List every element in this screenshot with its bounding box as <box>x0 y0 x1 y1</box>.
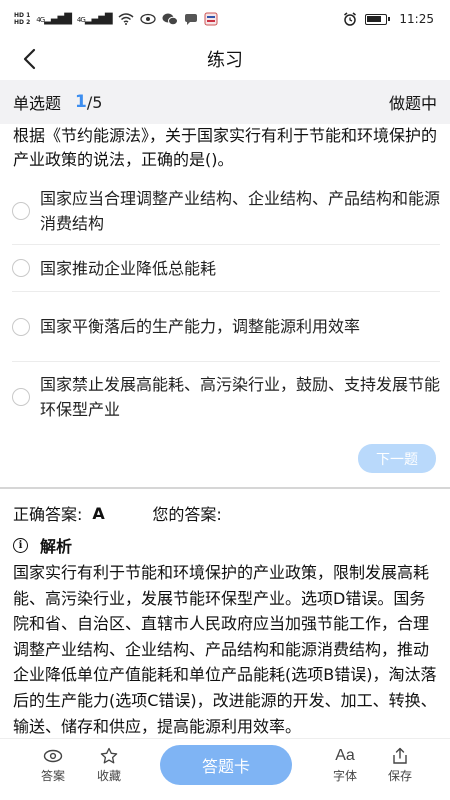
question-type: 单选题 <box>13 94 62 113</box>
your-answer-label: 您的答案: <box>152 505 222 524</box>
app-notification-icon <box>204 12 218 26</box>
font-icon: Aa <box>335 747 355 764</box>
radio-option-b[interactable] <box>12 259 30 277</box>
save-label: 保存 <box>387 769 412 783</box>
analysis-text: 国家实行有利于节能和环境保护的产业政策，限制发展高耗能、高污染行业，发展节能环保… <box>13 563 437 736</box>
font-size-button[interactable]: Aa 字体 <box>320 747 370 784</box>
answer-card-button[interactable]: 答题卡 <box>160 745 292 785</box>
sim-indicator: HD 1 HD 2 <box>14 12 30 26</box>
correct-answer-label: 正确答案: <box>13 505 83 524</box>
signal1-label: 4G <box>36 15 45 24</box>
option-b[interactable]: 国家推动企业降低总能耗 <box>12 245 440 292</box>
signal2-icon: 4G▂▄▆█ <box>76 13 113 25</box>
question-total: /5 <box>86 92 103 112</box>
sim2-label: HD 2 <box>14 19 31 26</box>
answer-tool-button[interactable]: 答案 <box>28 747 78 784</box>
nav-bar: 练习 <box>0 38 450 80</box>
answer-tool-label: 答案 <box>40 769 65 783</box>
status-bar: HD 1 HD 2 4G▂▄▆█ 4G▂▄▆█ 11:25 <box>0 0 450 38</box>
answer-row: 正确答案: A 您的答案: <box>13 500 438 526</box>
eye-icon <box>43 749 63 763</box>
info-icon: i <box>13 537 28 553</box>
analysis-header: i 解析 <box>13 533 72 557</box>
bottom-toolbar: 答案 收藏 答题卡 Aa 字体 保存 <box>0 738 450 800</box>
wechat-icon <box>162 13 178 25</box>
options-list: 国家应当合理调整产业结构、企业结构、产品结构和能源消费结构 国家推动企业降低总能… <box>12 178 440 432</box>
correct-answer-value: A <box>92 503 105 523</box>
question-status: 做题中 <box>388 94 437 113</box>
share-icon <box>393 747 407 764</box>
status-time: 11:25 <box>399 12 434 26</box>
favorite-button[interactable]: 收藏 <box>84 747 134 784</box>
alarm-icon <box>344 12 357 26</box>
chevron-left-icon <box>23 48 36 70</box>
favorite-label: 收藏 <box>96 769 121 783</box>
status-right: 11:25 <box>343 12 434 26</box>
next-question-button[interactable]: 下一题 <box>358 444 436 473</box>
eye-icon <box>139 13 156 25</box>
radio-option-d[interactable] <box>12 388 30 406</box>
section-divider <box>0 487 450 489</box>
status-left: HD 1 HD 2 4G▂▄▆█ 4G▂▄▆█ <box>14 12 218 26</box>
question-current-index: 1 <box>75 92 87 112</box>
option-d-text: 国家禁止发展高能耗、高污染行业，鼓励、支持发展节能环保型产业 <box>40 375 441 419</box>
radio-option-a[interactable] <box>12 202 30 220</box>
option-d[interactable]: 国家禁止发展高能耗、高污染行业，鼓励、支持发展节能环保型产业 <box>12 362 440 432</box>
save-button[interactable]: 保存 <box>375 747 425 784</box>
question-text: 根据《节约能源法》，关于国家实行有利于节能和环境保护的产业政策的说法，正确的是(… <box>13 126 438 169</box>
font-label: 字体 <box>332 769 357 783</box>
question-header: 单选题 1 /5 做题中 <box>0 80 450 124</box>
back-button[interactable] <box>14 44 44 74</box>
analysis-title: 解析 <box>40 537 73 556</box>
radio-option-c[interactable] <box>12 317 30 336</box>
option-c[interactable]: 国家平衡落后的生产能力，调整能源利用效率 <box>12 292 440 362</box>
signal2-label: 4G <box>76 15 86 24</box>
star-icon <box>100 747 118 764</box>
wifi-icon <box>118 13 134 25</box>
battery-icon <box>365 13 391 25</box>
option-a[interactable]: 国家应当合理调整产业结构、企业结构、产品结构和能源消费结构 <box>12 178 440 245</box>
option-a-text: 国家应当合理调整产业结构、企业结构、产品结构和能源消费结构 <box>40 189 441 233</box>
message-icon <box>184 14 197 25</box>
sim1-label: HD 1 <box>14 12 31 19</box>
signal1-icon: 4G▂▄▆█ <box>36 13 72 25</box>
option-b-text: 国家推动企业降低总能耗 <box>40 258 217 278</box>
option-c-text: 国家平衡落后的生产能力，调整能源利用效率 <box>40 317 361 336</box>
page-title: 练习 <box>207 50 243 71</box>
